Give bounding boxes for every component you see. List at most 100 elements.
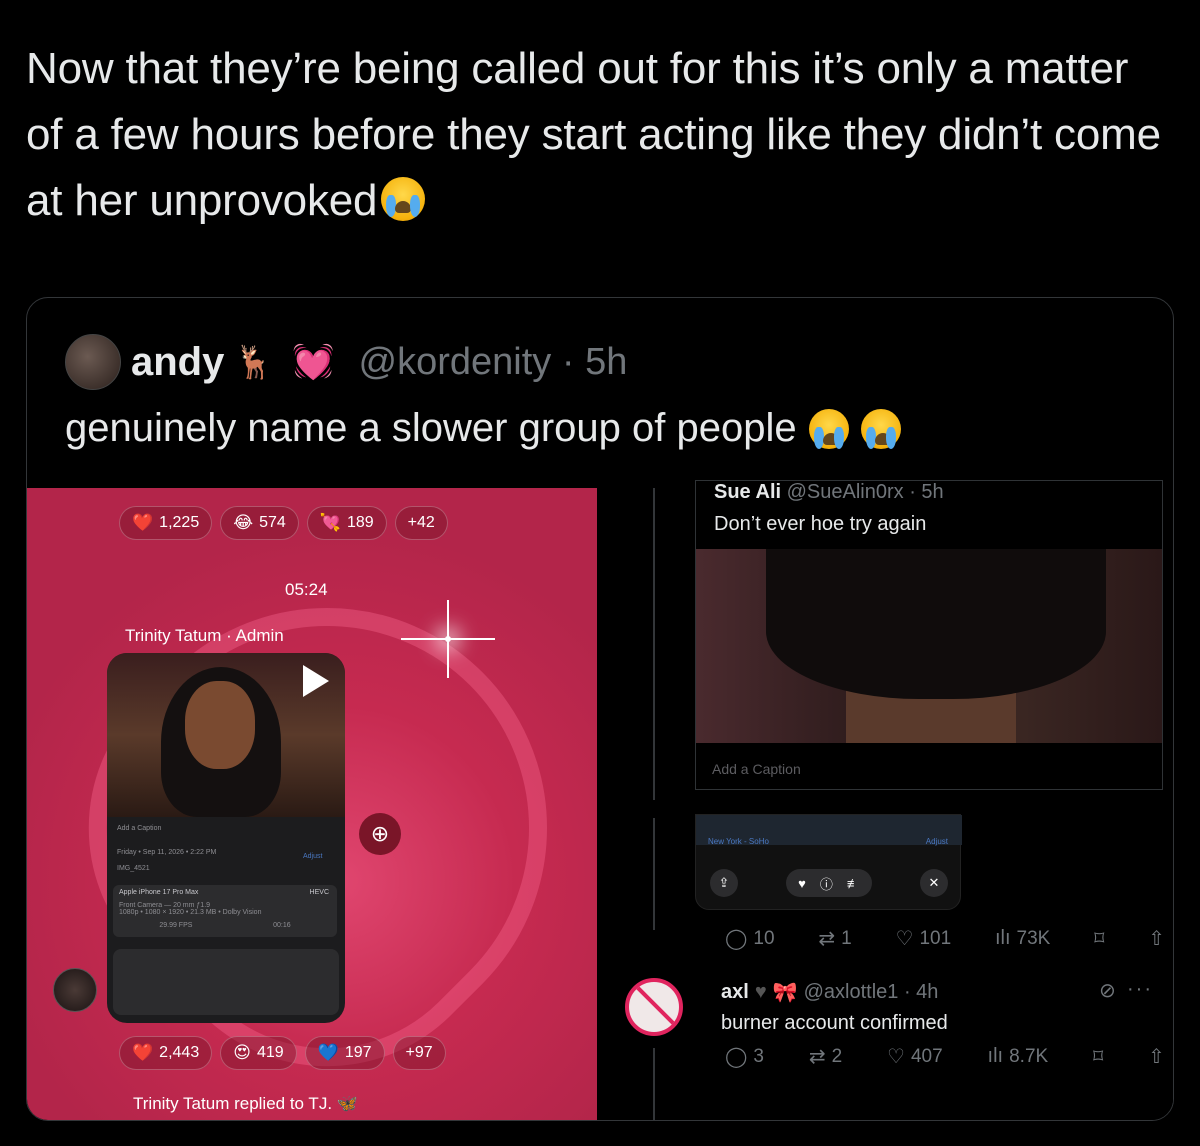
caption-placeholder: Add a Caption bbox=[117, 825, 162, 832]
thread-screenshot[interactable]: Sue Ali @SueAlin0rx · 5h Don’t ever hoe … bbox=[597, 480, 1173, 1120]
reply-notice-text: Trinity Tatum replied to TJ. bbox=[133, 1094, 333, 1113]
reaction-pill[interactable]: ❤️ 2,443 bbox=[119, 1036, 213, 1070]
repost-button[interactable]: ⇄ 2 bbox=[809, 1044, 842, 1069]
embedded-photo[interactable] bbox=[696, 549, 1162, 743]
quote-header: andy 🦌 💓 @kordenity · 5h bbox=[65, 334, 627, 390]
location-link[interactable]: New York - SoHo bbox=[708, 837, 769, 846]
repost-icon: ⇄ bbox=[818, 928, 836, 950]
chat-screenshot[interactable]: ❤️ 1,225 😂 574 💘 189 +42 05:24 Trinity Tatu… bbox=[27, 488, 597, 1120]
black-heart-icon: ♥ bbox=[754, 981, 767, 1003]
info-icon[interactable]: ⓘ bbox=[820, 874, 833, 893]
avatar[interactable] bbox=[625, 978, 683, 1036]
thread-line bbox=[653, 488, 655, 800]
video-thumbnail[interactable] bbox=[107, 653, 345, 817]
embedded-author[interactable]: Sue Ali bbox=[714, 481, 781, 503]
reaction-pill[interactable]: 💘 189 bbox=[306, 506, 387, 540]
photo-location-panel: New York - SoHo Adjust ⇪ ♥ ⓘ ≢ ✕ bbox=[695, 814, 962, 910]
loudly-crying-emoji-icon bbox=[860, 408, 901, 449]
heart-icon: ♡ bbox=[895, 928, 914, 950]
specs-info: 1080p • 1080 × 1920 • 21.3 MB • Dolby Vi… bbox=[119, 909, 262, 916]
tweet-actions: ◯ 10 ⇄ 1 ♡ 101 ılı 73K ⌑ ⇧ bbox=[725, 926, 1165, 951]
sliders-icon[interactable]: ≢ bbox=[847, 876, 860, 891]
reaction-pill[interactable]: ❤️ 1,225 bbox=[119, 506, 213, 540]
views-button[interactable]: ılı 73K bbox=[995, 927, 1050, 950]
caption-placeholder: Add a Caption bbox=[712, 761, 801, 777]
embedded-tweet[interactable]: Sue Ali @SueAlin0rx · 5h Don’t ever hoe … bbox=[695, 480, 1163, 790]
sparkling-heart-icon: 💓 bbox=[292, 343, 335, 381]
avatar[interactable] bbox=[53, 968, 97, 1012]
share-button[interactable]: ⇧ bbox=[1148, 1044, 1165, 1069]
photo-info-box: Apple iPhone 17 Pro Max HEVC Front Camer… bbox=[113, 885, 337, 937]
avatar[interactable] bbox=[65, 334, 121, 390]
reply-header: axl ♥ 🎀 @axlottle1 · 4h bbox=[721, 980, 938, 1005]
thread-line bbox=[653, 1048, 655, 1120]
heart-arrow-icon: 💘 bbox=[319, 513, 341, 532]
quote-text: genuinely name a slower group of people bbox=[65, 406, 901, 451]
tweet-actions: ◯ 3 ⇄ 2 ♡ 407 ılı 8.7K ⌑ ⇧ bbox=[725, 1044, 1165, 1069]
thread-line bbox=[653, 818, 655, 930]
reaction-more-pill[interactable]: +42 bbox=[394, 506, 448, 540]
photo-date: Friday • Sep 11, 2026 • 2:22 PM bbox=[117, 849, 217, 856]
views-button[interactable]: ılı 8.7K bbox=[988, 1045, 1049, 1068]
like-button[interactable]: ♡ 101 bbox=[896, 926, 952, 951]
camera-info: Front Camera — 20 mm ƒ1.9 bbox=[119, 902, 211, 909]
embedded-handle[interactable]: @SueAlin0rx · 5h bbox=[787, 481, 944, 503]
adjust-link[interactable]: Adjust bbox=[303, 853, 322, 860]
repost-count: 1 bbox=[841, 927, 852, 949]
grok-icon[interactable]: ⊘ bbox=[1099, 978, 1116, 1003]
mute-icon[interactable]: ✕ bbox=[919, 869, 948, 897]
reaction-pill[interactable]: 😂 574 bbox=[220, 506, 299, 540]
quoted-tweet-card[interactable]: andy 🦌 💓 @kordenity · 5h genuinely name … bbox=[26, 297, 1174, 1121]
reply-author[interactable]: axl bbox=[721, 981, 749, 1004]
sparkle-icon bbox=[401, 600, 495, 678]
deer-emoji-icon: 🦌 bbox=[234, 344, 275, 380]
face-shape bbox=[185, 681, 255, 769]
reaction-count: 419 bbox=[256, 1044, 284, 1061]
reply-handle-time[interactable]: @axlottle1 · 4h bbox=[804, 981, 939, 1004]
reaction-count: 1,225 bbox=[159, 514, 200, 531]
ribbon-icon: 🎀 bbox=[772, 982, 798, 1004]
heart-eyes-icon: 😍 bbox=[233, 1043, 251, 1062]
share-icon: ⇧ bbox=[1148, 1046, 1165, 1068]
share-button[interactable]: ⇧ bbox=[1148, 926, 1165, 951]
bookmark-button[interactable]: ⌑ bbox=[1093, 1044, 1103, 1069]
photo-toolbar: ⇪ ♥ ⓘ ≢ ✕ bbox=[696, 869, 962, 897]
message-sender: Trinity Tatum · Admin bbox=[125, 626, 284, 645]
reaction-pill[interactable]: 💙 197 bbox=[304, 1036, 385, 1070]
loudly-crying-emoji-icon bbox=[381, 177, 426, 221]
reply-icon: ◯ bbox=[725, 928, 748, 950]
format-badge: HEVC bbox=[309, 889, 329, 896]
embedded-tweet-header: Sue Ali @SueAlin0rx · 5h bbox=[714, 481, 944, 504]
reaction-count: +97 bbox=[405, 1044, 433, 1061]
reaction-more-pill[interactable]: +97 bbox=[392, 1036, 446, 1070]
device-name: Apple iPhone 17 Pro Max bbox=[119, 889, 199, 896]
reaction-pill[interactable]: 😍 419 bbox=[220, 1036, 297, 1070]
like-count: 101 bbox=[919, 927, 952, 949]
reaction-count: 197 bbox=[344, 1044, 372, 1061]
red-heart-icon: ❤️ bbox=[132, 1043, 154, 1062]
quote-author-name[interactable]: andy bbox=[131, 340, 224, 385]
share-icon[interactable]: ⇪ bbox=[710, 869, 738, 897]
reply-button[interactable]: ◯ 10 bbox=[725, 926, 775, 951]
message-time: 05:24 bbox=[285, 580, 328, 599]
reply-count: 3 bbox=[753, 1045, 764, 1067]
loudly-crying-emoji-icon bbox=[808, 408, 849, 449]
quote-handle-time[interactable]: @kordenity · 5h bbox=[359, 341, 628, 384]
like-button[interactable]: ♡ 407 bbox=[887, 1044, 943, 1069]
view-count: 8.7K bbox=[1009, 1045, 1049, 1067]
reply-count: 10 bbox=[753, 927, 775, 949]
reply-button[interactable]: ◯ 3 bbox=[725, 1044, 764, 1069]
reaction-count: 574 bbox=[259, 514, 286, 531]
add-reaction-icon[interactable]: ⊕ bbox=[359, 813, 401, 855]
heart-icon[interactable]: ♥ bbox=[798, 876, 806, 891]
bookmark-button[interactable]: ⌑ bbox=[1094, 926, 1104, 951]
adjust-link[interactable]: Adjust bbox=[926, 837, 948, 846]
play-icon[interactable] bbox=[303, 665, 329, 697]
more-options-icon[interactable]: ··· bbox=[1127, 978, 1153, 1001]
repost-button[interactable]: ⇄ 1 bbox=[818, 926, 851, 951]
embedded-tweet-text: Don’t ever hoe try again bbox=[714, 513, 927, 535]
shared-video-message[interactable]: Add a Caption Friday • Sep 11, 2026 • 2:… bbox=[107, 653, 345, 1023]
quote-media[interactable]: ❤️ 1,225 😂 574 💘 189 +42 05:24 Trinity Tatu… bbox=[27, 480, 1173, 1120]
view-count: 73K bbox=[1016, 927, 1051, 949]
reply-text: burner account confirmed bbox=[721, 1012, 948, 1034]
